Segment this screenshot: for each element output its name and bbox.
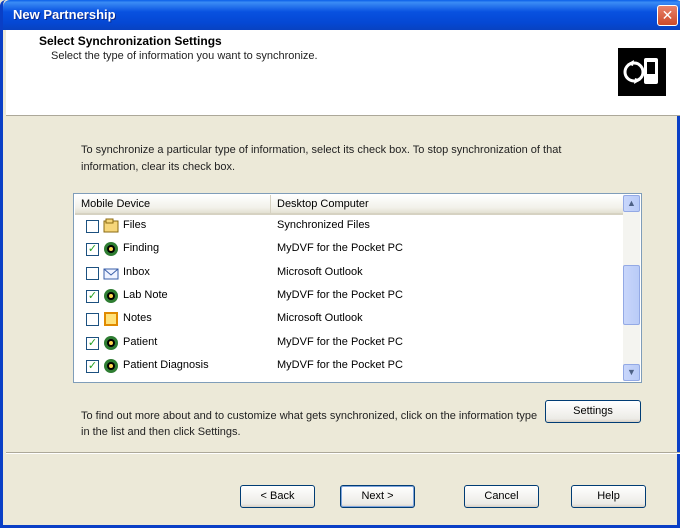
sync-checkbox[interactable] bbox=[86, 220, 99, 233]
list-item[interactable]: ✓ Patient Diagnosis MyDVF for the Pocket P… bbox=[75, 357, 623, 376]
files-icon bbox=[103, 218, 119, 234]
close-icon: ✕ bbox=[661, 7, 674, 23]
settings-help-text: To find out more about and to customize … bbox=[81, 410, 538, 438]
sync-provider-icon bbox=[103, 358, 119, 374]
desktop-computer-item: Microsoft Outlook bbox=[277, 265, 363, 278]
sync-checkbox[interactable] bbox=[86, 266, 99, 280]
notes-icon bbox=[103, 311, 119, 327]
help-button[interactable]: Help bbox=[571, 485, 646, 508]
desktop-computer-item: MyDVF for the Pocket PC bbox=[277, 335, 403, 348]
scrollbar-thumb[interactable] bbox=[623, 265, 640, 325]
sync-provider-icon bbox=[103, 335, 119, 351]
vertical-scrollbar[interactable]: ▲ ▼ bbox=[623, 195, 640, 381]
next-button[interactable]: Next > bbox=[340, 485, 415, 508]
scroll-down-button[interactable]: ▼ bbox=[623, 364, 640, 381]
desktop-computer-item: Microsoft Outlook bbox=[277, 312, 363, 325]
wizard-header: Select Synchronization Settings Select t… bbox=[6, 30, 680, 116]
mobile-device-item: Finding bbox=[123, 242, 160, 255]
inbox-icon bbox=[103, 265, 119, 281]
sync-checkbox[interactable]: ✓ bbox=[86, 336, 99, 350]
desktop-computer-item: MyDVF for the Pocket PC bbox=[277, 242, 403, 255]
list-item[interactable]: Files Synchronized Files bbox=[75, 217, 623, 236]
settings-button[interactable]: Settings bbox=[545, 400, 641, 423]
mobile-device-item: Inbox bbox=[123, 265, 150, 278]
scroll-up-button[interactable]: ▲ bbox=[623, 195, 640, 212]
sync-provider-icon bbox=[103, 241, 119, 257]
sync-checkbox[interactable] bbox=[86, 313, 99, 327]
list-header: Mobile Device Desktop Computer bbox=[75, 195, 623, 215]
mobile-device-item: Patient bbox=[123, 335, 158, 348]
column-header-desktop-computer[interactable]: Desktop Computer bbox=[271, 195, 623, 213]
desktop-computer-item: MyDVF for the Pocket PC bbox=[277, 358, 403, 371]
list-item[interactable]: ✓ Patient MyDVF for the Pocket PC bbox=[75, 334, 623, 353]
cancel-button[interactable]: Cancel bbox=[464, 485, 539, 508]
page-subtitle: Select the type of information you want … bbox=[51, 50, 318, 62]
list-item[interactable]: Notes Microsoft Outlook bbox=[75, 310, 623, 329]
list-item[interactable]: Inbox Microsoft Outlook bbox=[75, 264, 623, 283]
activesync-logo-icon bbox=[618, 48, 666, 96]
mobile-device-item: Lab Note bbox=[123, 288, 168, 301]
instructions-text: To synchronize a particular type of info… bbox=[81, 144, 562, 173]
sync-checkbox[interactable]: ✓ bbox=[86, 289, 99, 303]
mobile-device-item: Patient Diagnosis bbox=[123, 358, 209, 371]
list-item[interactable]: ✓ Lab Note MyDVF for the Pocket PC bbox=[75, 287, 623, 306]
sync-settings-list[interactable]: Mobile Device Desktop Computer Files Sync… bbox=[73, 193, 642, 383]
list-item[interactable]: ✓ Finding MyDVF for the Pocket PC bbox=[75, 240, 623, 259]
close-button[interactable]: ✕ bbox=[657, 5, 678, 26]
divider bbox=[6, 452, 680, 454]
page-title: Select Synchronization Settings bbox=[39, 34, 222, 48]
desktop-computer-item: Synchronized Files bbox=[277, 219, 370, 231]
sync-provider-icon bbox=[103, 288, 119, 304]
chevron-up-icon: ▲ bbox=[627, 198, 636, 208]
chevron-down-icon: ▼ bbox=[627, 367, 636, 377]
sync-checkbox[interactable]: ✓ bbox=[86, 243, 99, 257]
title-bar[interactable]: New Partnership ✕ bbox=[3, 0, 680, 30]
sync-checkbox[interactable]: ✓ bbox=[86, 359, 99, 373]
new-partnership-dialog: New Partnership ✕ Select Synchronization… bbox=[0, 0, 680, 528]
column-header-mobile-device[interactable]: Mobile Device bbox=[75, 195, 271, 213]
window-title: New Partnership bbox=[13, 7, 116, 22]
back-button[interactable]: < Back bbox=[240, 485, 315, 508]
mobile-device-item: Files bbox=[123, 219, 147, 231]
mobile-device-item: Notes bbox=[123, 312, 152, 325]
desktop-computer-item: MyDVF for the Pocket PC bbox=[277, 288, 403, 301]
